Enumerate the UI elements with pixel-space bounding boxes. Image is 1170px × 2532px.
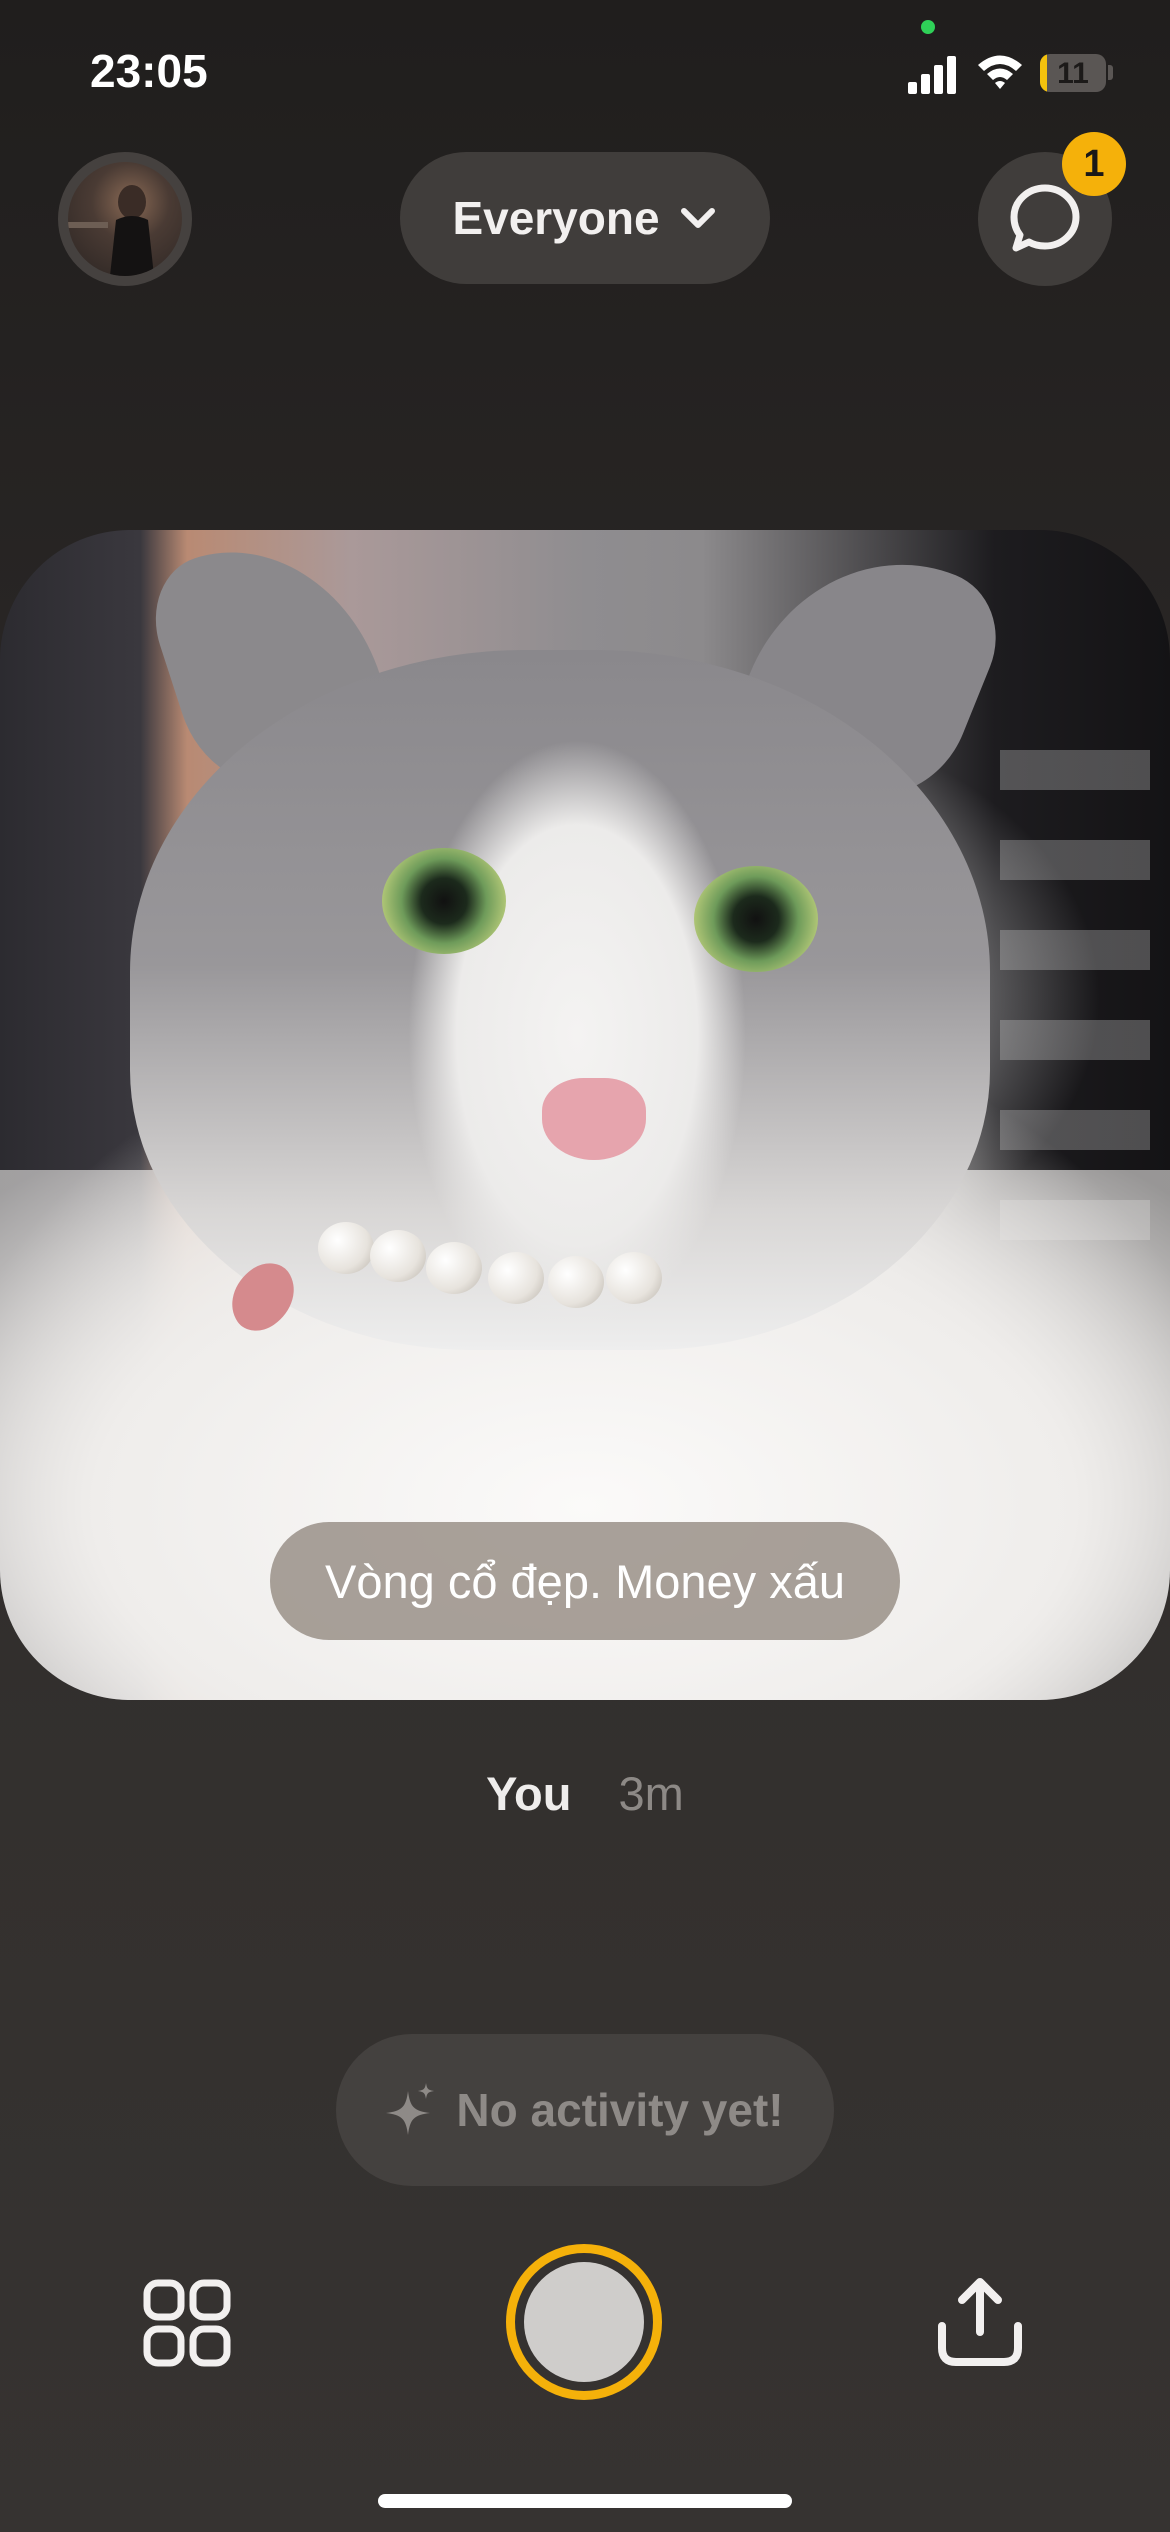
post-meta: You 3m — [0, 1766, 1170, 1821]
pearl — [548, 1256, 604, 1308]
privacy-indicator-dot — [921, 20, 935, 34]
wifi-icon — [978, 55, 1022, 89]
post-time: 3m — [618, 1767, 684, 1820]
avatar-photo — [68, 185, 154, 276]
share-icon[interactable] — [934, 2276, 1026, 2368]
shutter-button[interactable] — [506, 2244, 662, 2400]
app-screen: 23:05 11 Everyone 1 Vòng cổ đẹp. Money x… — [0, 0, 1170, 2532]
status-time: 23:05 — [90, 45, 208, 97]
caption-text: Vòng cổ đẹp. Money xấu — [325, 1554, 845, 1608]
cat-eye-right — [694, 866, 818, 972]
pearl — [426, 1242, 482, 1294]
chat-badge: 1 — [1062, 132, 1126, 196]
audience-selector-button[interactable]: Everyone — [400, 152, 770, 284]
sparkle-icon — [386, 2083, 435, 2135]
battery-percentage: 11 — [1057, 57, 1089, 90]
pearl — [606, 1252, 662, 1304]
shutter-inner — [524, 2262, 644, 2382]
avatar — [68, 162, 182, 276]
profile-avatar-button[interactable] — [58, 152, 192, 286]
pearl — [318, 1222, 374, 1274]
battery-tip — [1108, 65, 1113, 80]
activity-button[interactable]: No activity yet! — [336, 2034, 834, 2186]
battery-indicator: 11 — [1040, 54, 1106, 92]
activity-label: No activity yet! — [456, 2084, 784, 2136]
grid-icon[interactable] — [142, 2278, 232, 2368]
cat-eye-left — [382, 848, 506, 954]
pearl — [370, 1230, 426, 1282]
post-author: You — [486, 1767, 572, 1820]
photo-caption: Vòng cổ đẹp. Money xấu — [270, 1522, 900, 1640]
chat-bubble-icon — [1010, 184, 1080, 252]
chat-badge-count: 1 — [1083, 142, 1105, 185]
chevron-down-icon — [680, 208, 715, 228]
cat-nose — [542, 1078, 646, 1160]
audience-label: Everyone — [452, 192, 660, 244]
cellular-signal-icon — [908, 56, 956, 94]
cat-head — [130, 650, 990, 1350]
pearl — [488, 1252, 544, 1304]
home-indicator[interactable] — [378, 2494, 792, 2508]
post-photo[interactable]: Vòng cổ đẹp. Money xấu — [0, 530, 1170, 1700]
